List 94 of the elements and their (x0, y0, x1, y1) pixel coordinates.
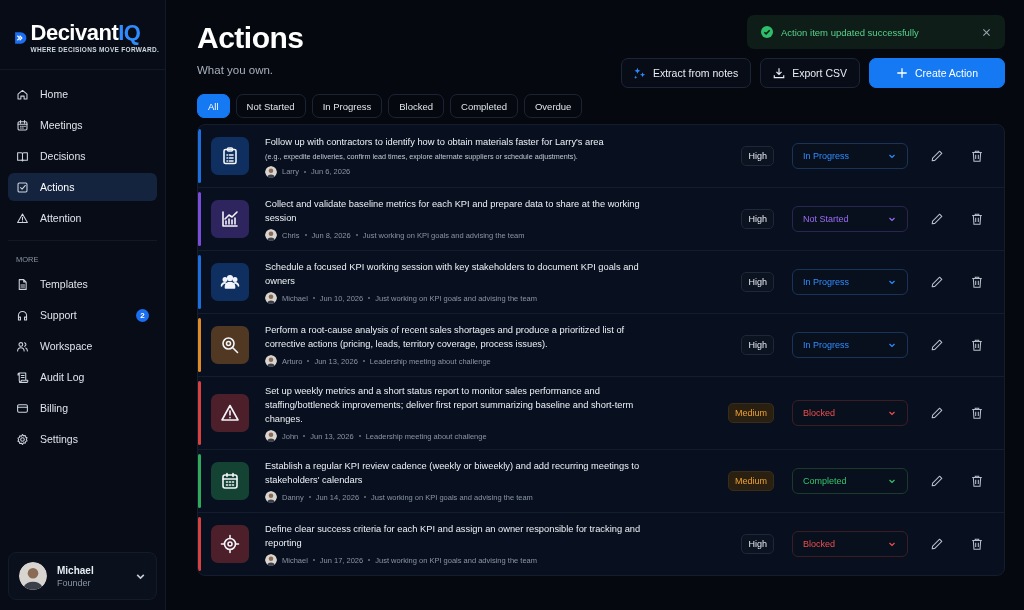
logo-text: DecivantIQ (30, 22, 142, 44)
user-name: Michael (57, 564, 95, 576)
priority-tag: Medium (728, 403, 774, 423)
avatar (265, 292, 277, 304)
priority-tag: High (741, 534, 774, 554)
sidebar-item[interactable]: Attention (8, 204, 157, 232)
action-title[interactable]: Perform a root-cause analysis of recent sales shortages and produce a prioritized list of corrective actions (pricing, leads, territory coverage, process issues). (265, 323, 657, 351)
filter-tab[interactable]: Completed (450, 94, 518, 118)
trash-icon[interactable] (970, 275, 984, 289)
filter-tab[interactable]: All (197, 94, 230, 118)
avatar (265, 491, 277, 503)
create-button[interactable]: Create Action (869, 58, 1005, 88)
calendar-icon (16, 118, 29, 132)
download-icon (773, 67, 786, 79)
plus-icon (895, 67, 908, 79)
gear-icon (16, 432, 29, 446)
priority-tag: Medium (728, 471, 774, 491)
edit-icon[interactable] (930, 212, 944, 226)
trash-icon[interactable] (970, 406, 984, 420)
avatar (265, 430, 277, 442)
action-title[interactable]: Define clear success criteria for each KPI and assign an owner responsible for tracking and reporting (265, 522, 657, 550)
document-icon (16, 277, 29, 291)
edit-icon[interactable] (930, 275, 944, 289)
sidebar-item[interactable]: Billing (8, 394, 157, 422)
checkbox-icon (16, 180, 29, 194)
filter-tab[interactable]: Not Started (235, 94, 306, 118)
status-dropdown[interactable]: Not Started (792, 206, 908, 232)
edit-icon[interactable] (930, 537, 944, 551)
magnifier-icon (220, 335, 240, 355)
priority-tag: High (741, 335, 774, 355)
calendar-icon (220, 471, 240, 491)
sparkle-icon (633, 67, 646, 79)
toast-message: Action item updated successfully (781, 26, 920, 38)
priority-tag: High (741, 272, 774, 292)
warning-icon (220, 403, 240, 423)
priority-tag: High (741, 209, 774, 229)
people-icon (220, 272, 240, 292)
priority-tag: High (741, 146, 774, 166)
action-title[interactable]: Follow up with contractors to identify how to obtain materials faster for Larry's area (265, 134, 657, 149)
sidebar-item[interactable]: Support 2 (8, 301, 157, 329)
people-icon (16, 339, 29, 353)
sidebar-item[interactable]: Actions (8, 173, 157, 201)
trash-icon[interactable] (970, 474, 984, 488)
trash-icon[interactable] (970, 537, 984, 551)
trash-icon[interactable] (970, 212, 984, 226)
sidebar-item[interactable]: Settings (8, 425, 157, 453)
headset-icon (16, 308, 29, 322)
avatar (265, 229, 277, 241)
avatar (265, 165, 277, 178)
action-title[interactable]: Collect and validate baseline metrics for each KPI and prepare data to share at the working session (265, 197, 657, 225)
avatar (265, 554, 277, 566)
user-card[interactable]: Michael Founder (8, 552, 157, 600)
close-icon[interactable] (982, 27, 991, 37)
check-circle-icon (761, 26, 773, 38)
status-dropdown[interactable]: In Progress (792, 269, 908, 295)
user-role: Founder (57, 577, 92, 588)
sidebar-item[interactable]: Decisions (8, 142, 157, 170)
status-dropdown[interactable]: In Progress (792, 143, 908, 169)
edit-icon[interactable] (930, 149, 944, 163)
action-title[interactable]: Establish a regular KPI review cadence (weekly or biweekly) and add recurring meetings to stakeholders' calendars (265, 459, 657, 487)
status-dropdown[interactable]: Blocked (792, 531, 908, 557)
edit-icon[interactable] (930, 474, 944, 488)
book-icon (16, 149, 29, 163)
action-title[interactable]: Schedule a focused KPI working session with key stakeholders to document KPI goals and owners (265, 260, 657, 288)
export-button[interactable]: Export CSV (760, 58, 860, 88)
clipboard-icon (220, 146, 240, 166)
target-icon (220, 534, 240, 554)
warning-icon (16, 211, 29, 225)
action-title[interactable]: Set up weekly metrics and a short status report to monitor sales performance and staffing/bottleneck improvements; deliver first report summarizing baseline and short-term changes. (265, 384, 657, 426)
edit-icon[interactable] (930, 406, 944, 420)
status-dropdown[interactable]: Completed (792, 468, 908, 494)
bar-chart-icon (220, 209, 240, 229)
home-icon (16, 87, 29, 101)
scroll-icon (16, 370, 29, 384)
sidebar-item[interactable]: Audit Log (8, 363, 157, 391)
page-title: Actions (197, 20, 304, 56)
card-icon (16, 401, 29, 415)
filter-tab[interactable]: In Progress (311, 94, 383, 118)
extract-button[interactable]: Extract from notes (620, 58, 752, 88)
status-dropdown[interactable]: Blocked (792, 400, 908, 426)
page-subtitle: What you own. (197, 64, 275, 76)
avatar (19, 562, 47, 590)
filter-tab[interactable]: Blocked (388, 94, 444, 118)
trash-icon[interactable] (970, 338, 984, 352)
edit-icon[interactable] (930, 338, 944, 352)
sidebar-item[interactable]: Meetings (8, 111, 157, 139)
filter-tab[interactable]: Overdue (523, 94, 583, 118)
sidebar-item[interactable]: Templates (8, 270, 157, 298)
avatar (265, 355, 277, 367)
sidebar-item[interactable]: Workspace (8, 332, 157, 360)
count-badge: 2 (136, 308, 149, 322)
trash-icon[interactable] (970, 149, 984, 163)
sidebar-item[interactable]: Home (8, 80, 157, 108)
status-dropdown[interactable]: In Progress (792, 332, 908, 358)
